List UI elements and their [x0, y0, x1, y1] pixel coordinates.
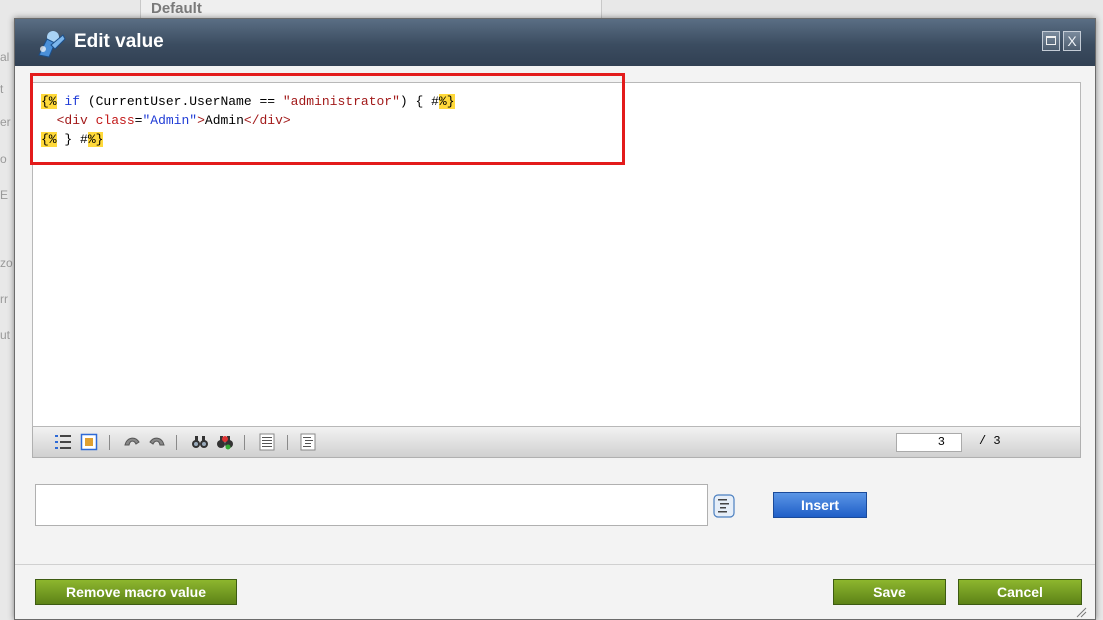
macro-tree-icon[interactable]	[713, 494, 735, 518]
code-text: (CurrentUser.UserName ==	[80, 94, 283, 109]
resize-grip-icon[interactable]	[1075, 606, 1087, 618]
code-line-2: <div class="Admin">Admin</div>	[41, 111, 455, 130]
redo-icon[interactable]	[148, 433, 166, 451]
code-line-1: {% if (CurrentUser.UserName == "administ…	[41, 92, 455, 111]
macro-open-marker: {%	[41, 132, 57, 147]
macro-close-marker: %}	[438, 94, 455, 109]
replace-icon[interactable]	[216, 433, 234, 451]
total-lines-label: / 3	[979, 434, 1001, 448]
undo-icon[interactable]	[123, 433, 141, 451]
html-tag: </div>	[243, 113, 291, 128]
toolbar-separator	[287, 435, 288, 450]
background-fragment: t	[0, 82, 4, 96]
code-line-3: {% } #%}	[41, 130, 455, 149]
macro-close-marker: %}	[87, 132, 104, 147]
find-icon[interactable]	[191, 433, 209, 451]
background-tab-label: Default	[151, 0, 202, 17]
background-fragment: er	[0, 115, 11, 129]
code-text: ) { #	[399, 94, 439, 109]
macro-open-marker: {%	[41, 94, 57, 109]
keyword-if: if	[64, 94, 81, 109]
string-literal: "administrator"	[282, 94, 400, 109]
code-text: } #	[56, 132, 88, 147]
attribute-value: "Admin"	[142, 113, 198, 128]
background-fragment: o	[0, 152, 7, 166]
line-numbers-icon[interactable]	[54, 433, 72, 451]
edit-value-dialog: Edit value X {% if (CurrentUser.UserName…	[14, 18, 1096, 620]
background-fragment: al	[0, 50, 10, 64]
background-fragment: zo	[0, 256, 13, 270]
code-text: Admin	[204, 113, 244, 128]
fullscreen-icon[interactable]	[80, 433, 98, 451]
html-tag: <div	[56, 113, 88, 128]
editor-toolbar: 3 / 3	[32, 427, 1081, 458]
close-button[interactable]: X	[1063, 31, 1081, 51]
indent-icon[interactable]	[299, 433, 317, 451]
insert-button[interactable]: Insert	[773, 492, 867, 518]
background-fragment: E	[0, 188, 9, 202]
format-icon[interactable]	[258, 433, 276, 451]
current-line-input[interactable]: 3	[896, 433, 962, 452]
html-tag: >	[197, 113, 205, 128]
toolbar-separator	[244, 435, 245, 450]
dialog-title: Edit value	[74, 31, 164, 52]
macro-wizard-icon	[38, 31, 66, 58]
code-content[interactable]: {% if (CurrentUser.UserName == "administ…	[41, 92, 455, 149]
background-fragment: ut	[0, 328, 11, 342]
code-editor[interactable]: {% if (CurrentUser.UserName == "administ…	[32, 82, 1081, 427]
macro-input[interactable]	[35, 484, 708, 526]
save-button[interactable]: Save	[833, 579, 946, 605]
html-attribute: class	[95, 113, 135, 128]
maximize-button[interactable]	[1042, 31, 1060, 51]
remove-macro-value-button[interactable]: Remove macro value	[35, 579, 237, 605]
toolbar-separator	[176, 435, 177, 450]
dialog-titlebar[interactable]: Edit value X	[15, 19, 1095, 66]
cancel-button[interactable]: Cancel	[958, 579, 1082, 605]
toolbar-separator	[109, 435, 110, 450]
footer-divider	[15, 564, 1095, 565]
background-fragment: rr	[0, 292, 8, 306]
